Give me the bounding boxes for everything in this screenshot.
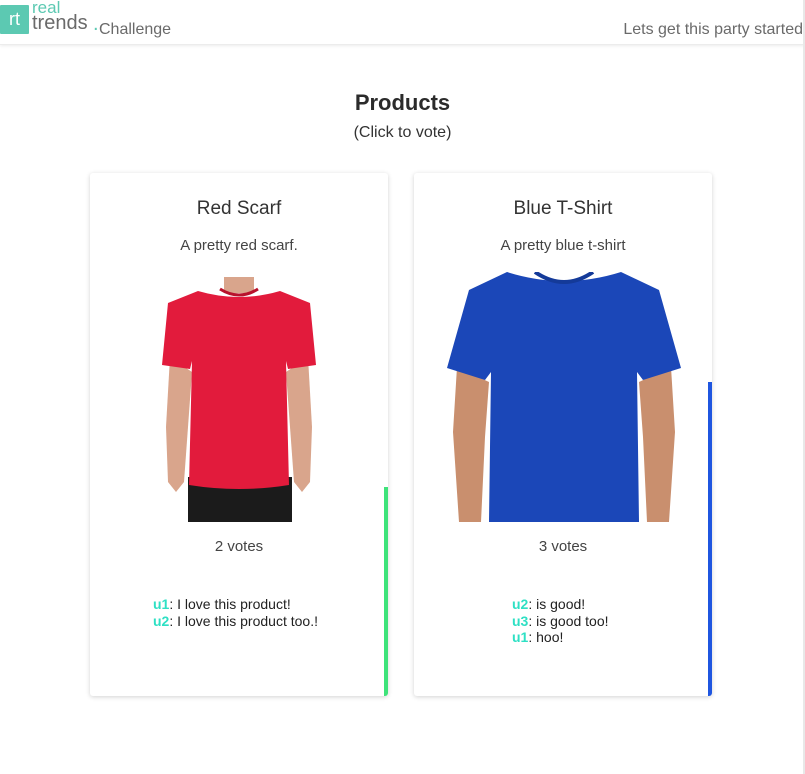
logo-mark: rt xyxy=(0,5,29,34)
comment-text: : I love this product too.! xyxy=(169,612,318,629)
top-header: rt real trends . Challenge Lets get this… xyxy=(0,0,805,45)
red-tshirt-image xyxy=(162,277,316,522)
logo-dot: . xyxy=(93,13,99,35)
vote-count: 2 votes xyxy=(214,538,264,555)
comment-list: u2: is good! u3: is good too! u1: hoo! xyxy=(512,596,609,646)
product-title: Red Scarf xyxy=(196,198,282,219)
vote-count: 3 votes xyxy=(538,538,588,555)
comment-user: u1 xyxy=(512,629,529,645)
page-title: Products xyxy=(354,90,451,115)
comment-item: u2: is good! xyxy=(512,596,609,613)
vote-share-bar xyxy=(384,486,388,696)
comment-text: : is good too! xyxy=(528,612,609,629)
product-card-red-scarf[interactable]: Red Scarf A pretty red scarf. 2 votes u1… xyxy=(90,173,388,696)
comment-text: : hoo! xyxy=(528,629,564,645)
comment-list: u1: I love this product! u2: I love this… xyxy=(153,596,318,629)
comment-item: u1: hoo! xyxy=(512,629,609,646)
comment-user: u1 xyxy=(153,596,170,612)
comment-item: u3: is good too! xyxy=(512,613,609,630)
comment-text: : is good! xyxy=(528,596,586,612)
comment-user: u3 xyxy=(512,612,529,629)
product-description: A pretty blue t-shirt xyxy=(500,237,626,254)
comment-item: u2: I love this product too.! xyxy=(153,613,318,630)
logo-text-challenge: Challenge xyxy=(99,21,172,38)
comment-text: : I love this product! xyxy=(169,596,291,612)
page-subtitle: (Click to vote) xyxy=(353,124,452,141)
comment-user: u2 xyxy=(512,596,529,612)
product-title: Blue T-Shirt xyxy=(513,198,613,219)
product-card-blue-t-shirt[interactable]: Blue T-Shirt A pretty blue t-shirt 3 vot… xyxy=(414,173,712,696)
product-description: A pretty red scarf. xyxy=(180,237,298,254)
vote-share-bar xyxy=(708,382,712,696)
header-tagline: Lets get this party started xyxy=(623,21,803,38)
blue-tshirt-image xyxy=(447,272,681,522)
comment-item: u1: I love this product! xyxy=(153,596,318,613)
logo-text-trends: trends xyxy=(32,12,88,34)
comment-user: u2 xyxy=(153,612,170,629)
